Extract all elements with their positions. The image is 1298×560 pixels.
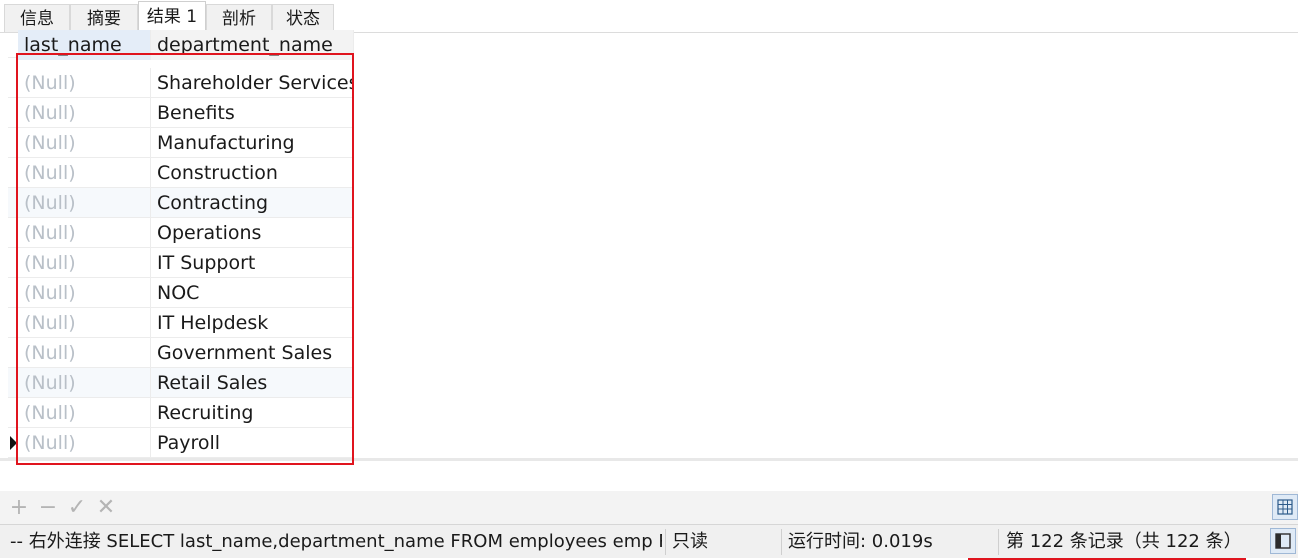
cell-department-name[interactable]: Benefits (151, 98, 354, 128)
status-divider (665, 529, 666, 555)
table-row[interactable]: (Null) Payroll (8, 428, 354, 458)
status-bar: -- 右外连接 SELECT last_name,department_name… (0, 524, 1298, 558)
cell-last-name[interactable]: (Null) (18, 128, 151, 158)
tab-profile[interactable]: 剖析 (206, 4, 272, 32)
status-divider (998, 529, 999, 555)
cell-department-name[interactable]: Operations (151, 218, 354, 248)
status-record-position: 第 122 条记录（共 122 条） (1006, 531, 1242, 552)
column-header-department-name[interactable]: department_name (151, 30, 354, 60)
status-readonly: 只读 (672, 531, 708, 552)
cell-department-name[interactable]: NOC (151, 278, 354, 308)
status-runtime: 运行时间: 0.019s (788, 531, 933, 552)
table-row[interactable]: (Null) Retail Sales (8, 368, 354, 398)
column-header-last-name[interactable]: last_name (18, 30, 151, 60)
table-row[interactable]: (Null) Government Sales (8, 338, 354, 368)
cell-department-name[interactable]: IT Support (151, 248, 354, 278)
table-row[interactable]: (Null) Contracting (8, 188, 354, 218)
tab-result-1[interactable]: 结果 1 (138, 1, 206, 33)
cell-department-name[interactable]: Contracting (151, 188, 354, 218)
form-view-icon[interactable] (1270, 528, 1296, 554)
table-row[interactable]: (Null) IT Helpdesk (8, 308, 354, 338)
cell-last-name[interactable]: (Null) (18, 278, 151, 308)
cell-department-name[interactable]: IT Helpdesk (151, 308, 354, 338)
cell-last-name[interactable]: (Null) (18, 308, 151, 338)
discard-changes-icon[interactable]: ✕ (94, 491, 118, 524)
apply-changes-icon[interactable]: ✓ (65, 491, 89, 524)
cell-last-name[interactable]: (Null) (18, 338, 151, 368)
cell-department-name[interactable]: Manufacturing (151, 128, 354, 158)
cell-department-name[interactable]: Retail Sales (151, 368, 354, 398)
grid-view-icon[interactable] (1272, 494, 1298, 520)
cell-department-name[interactable]: Government Sales (151, 338, 354, 368)
tab-info[interactable]: 信息 (4, 4, 70, 32)
grid-bottom-border (0, 458, 1298, 461)
add-record-icon[interactable]: + (7, 491, 31, 524)
table-row[interactable]: (Null) NOC (8, 278, 354, 308)
status-divider (781, 529, 782, 555)
cell-last-name[interactable]: (Null) (18, 68, 151, 98)
cell-last-name[interactable]: (Null) (18, 248, 151, 278)
cell-department-name[interactable]: Shareholder Services (151, 68, 354, 98)
cell-department-name[interactable]: Recruiting (151, 398, 354, 428)
cell-last-name[interactable]: (Null) (18, 218, 151, 248)
table-row[interactable]: (Null) Shareholder Services (8, 68, 354, 98)
cell-last-name[interactable]: (Null) (18, 368, 151, 398)
cell-last-name[interactable]: (Null) (18, 188, 151, 218)
table-row[interactable]: (Null) Benefits (8, 98, 354, 128)
tab-status[interactable]: 状态 (272, 4, 334, 32)
delete-record-icon[interactable]: − (36, 491, 60, 524)
table-row[interactable]: (Null) Recruiting (8, 398, 354, 428)
cell-last-name[interactable]: (Null) (18, 398, 151, 428)
table-row[interactable]: (Null) Construction (8, 158, 354, 188)
cell-department-name[interactable]: Construction (151, 158, 354, 188)
tab-summary[interactable]: 摘要 (70, 4, 138, 32)
cell-last-name[interactable]: (Null) (18, 98, 151, 128)
cell-last-name[interactable]: (Null) (18, 158, 151, 188)
grid-header: last_name department_name (8, 30, 354, 60)
result-tab-bar: 信息 摘要 结果 1 剖析 状态 (0, 0, 1298, 33)
table-row[interactable]: (Null) IT Support (8, 248, 354, 278)
table-row[interactable]: (Null) Manufacturing (8, 128, 354, 158)
result-grid[interactable]: last_name department_name (Null) Shareho… (8, 30, 354, 460)
cell-last-name[interactable]: (Null) (18, 428, 151, 458)
grid-toolbar: + − ✓ ✕ (0, 491, 1298, 524)
status-query-text: -- 右外连接 SELECT last_name,department_name… (10, 531, 662, 552)
cell-department-name[interactable]: Payroll (151, 428, 354, 458)
current-row-indicator-icon (8, 428, 18, 458)
table-row[interactable]: (Null) Operations (8, 218, 354, 248)
